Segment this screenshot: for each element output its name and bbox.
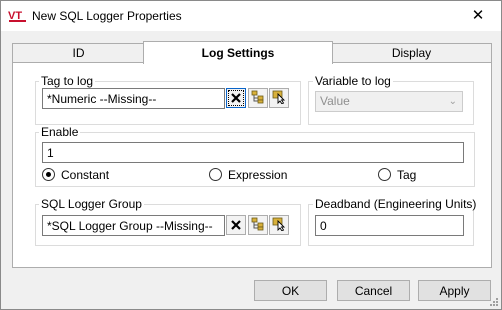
radio-unselected-indicator bbox=[378, 168, 391, 181]
radio-unselected-indicator bbox=[209, 168, 222, 181]
enable-label: Enable bbox=[39, 125, 81, 139]
radio-constant[interactable]: Constant bbox=[42, 168, 109, 182]
select-pointer-button[interactable] bbox=[269, 88, 289, 108]
radio-selected-indicator bbox=[42, 168, 55, 181]
tab-display[interactable]: Display bbox=[331, 43, 492, 63]
variable-to-log-label: Variable to log bbox=[313, 74, 393, 88]
select-pointer-icon bbox=[272, 90, 286, 105]
vt-logo-icon: VT bbox=[8, 10, 26, 22]
radio-expression-label: Expression bbox=[228, 168, 288, 182]
radio-tag-label: Tag bbox=[397, 168, 417, 182]
variable-to-log-dropdown[interactable]: Value ⌄ bbox=[315, 91, 463, 112]
chevron-down-icon: ⌄ bbox=[448, 96, 457, 107]
cancel-button[interactable]: Cancel bbox=[337, 280, 410, 301]
window-title: New SQL Logger Properties bbox=[32, 9, 182, 23]
radio-constant-label: Constant bbox=[61, 168, 110, 182]
log-settings-panel: Tag to log *Numeric --Missing-- Variable… bbox=[12, 62, 492, 268]
sql-logger-group-field[interactable]: *SQL Logger Group --Missing-- bbox=[42, 215, 225, 236]
clear-tag-button[interactable] bbox=[226, 88, 246, 108]
tag-browser-icon bbox=[251, 90, 264, 104]
deadband-field[interactable]: 0 bbox=[315, 215, 464, 236]
clear-x-icon bbox=[231, 220, 241, 230]
tag-to-log-label: Tag to log bbox=[39, 74, 96, 88]
select-pointer-icon bbox=[272, 217, 286, 232]
deadband-label: Deadband (Engineering Units) bbox=[313, 197, 479, 211]
group-select-pointer-button[interactable] bbox=[269, 215, 289, 235]
ok-button[interactable]: OK bbox=[254, 280, 327, 301]
enable-field[interactable]: 1 bbox=[42, 142, 464, 163]
tag-browser-button[interactable] bbox=[248, 88, 268, 108]
tab-log-settings[interactable]: Log Settings bbox=[143, 41, 333, 64]
title-bar: VT New SQL Logger Properties ✕ bbox=[1, 1, 501, 31]
close-icon[interactable]: ✕ bbox=[455, 1, 501, 31]
sql-logger-group-label: SQL Logger Group bbox=[39, 197, 144, 211]
clear-group-button[interactable] bbox=[226, 215, 246, 235]
variable-to-log-value: Value bbox=[320, 94, 350, 108]
tab-id[interactable]: ID bbox=[12, 43, 145, 63]
group-browser-button[interactable] bbox=[248, 215, 268, 235]
radio-tag[interactable]: Tag bbox=[378, 168, 416, 182]
tag-to-log-field[interactable]: *Numeric --Missing-- bbox=[42, 88, 225, 109]
tag-browser-icon bbox=[251, 217, 264, 231]
apply-button[interactable]: Apply bbox=[418, 280, 491, 301]
clear-x-icon bbox=[231, 93, 241, 103]
dialog-window: VT New SQL Logger Properties ✕ ID Log Se… bbox=[0, 0, 502, 310]
tab-bar: ID Log Settings Display bbox=[12, 41, 492, 64]
radio-expression[interactable]: Expression bbox=[209, 168, 287, 182]
resize-grip-icon[interactable] bbox=[489, 297, 499, 307]
